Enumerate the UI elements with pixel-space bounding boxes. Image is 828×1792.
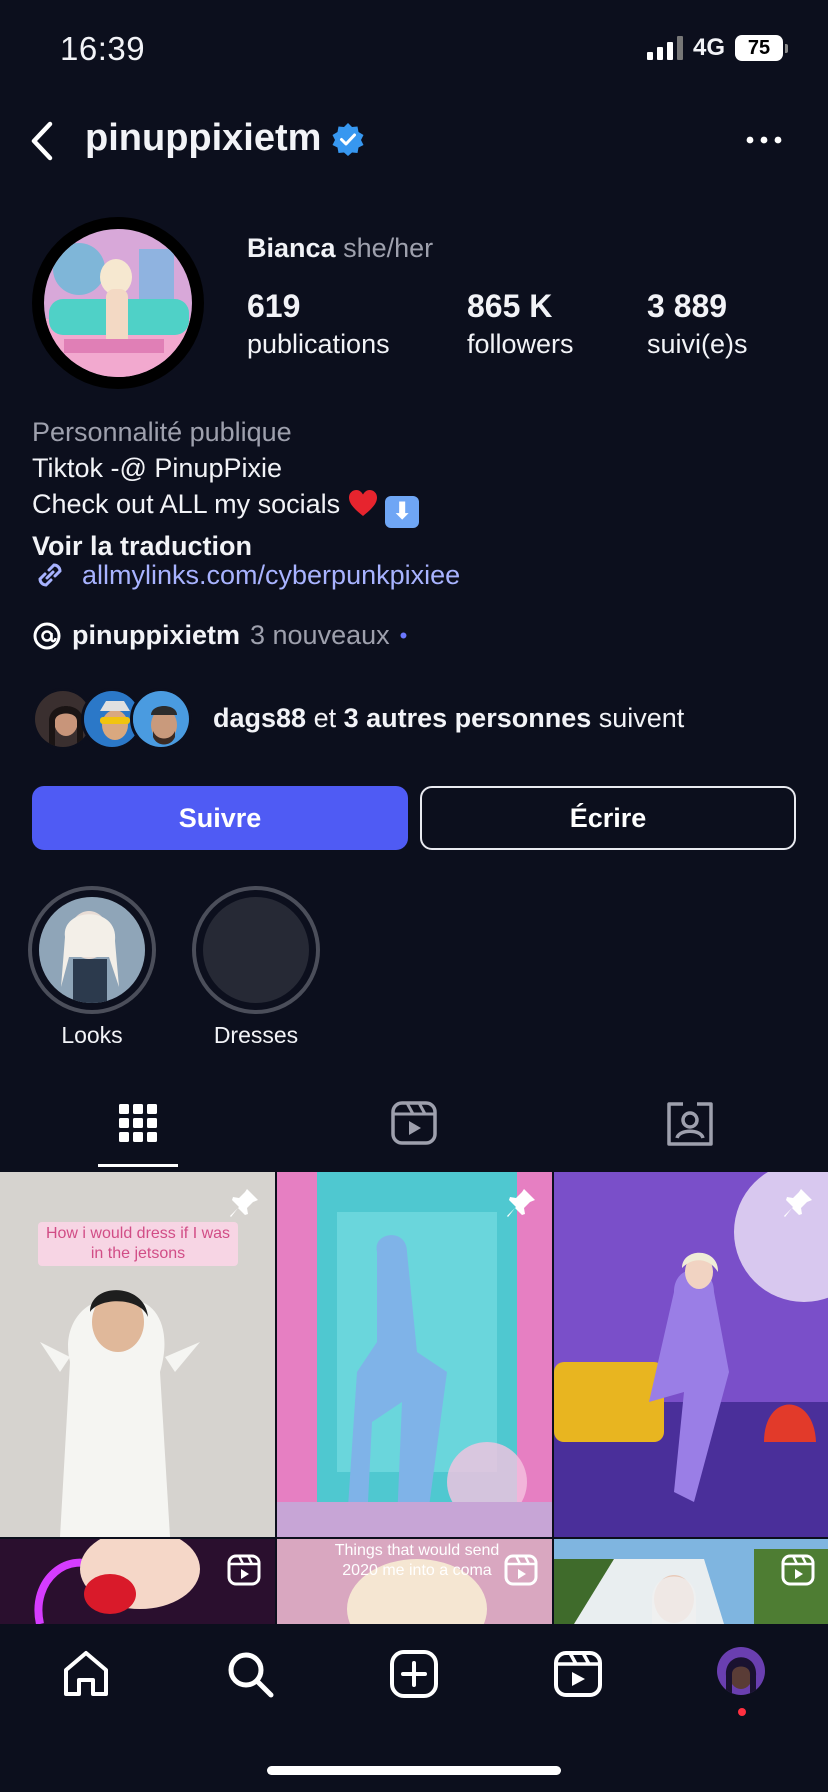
link-text: allmylinks.com/cyberpunkpixiee <box>82 559 461 590</box>
post-image <box>554 1172 828 1537</box>
connector-text: et <box>313 703 337 733</box>
notification-dot <box>738 1708 746 1716</box>
display-name: Bianca <box>247 233 336 263</box>
profile-username: pinuppixietm <box>85 117 365 160</box>
threads-handle: pinuppixietm <box>72 620 240 650</box>
bio-link[interactable]: allmylinks.com/cyberpunkpixiee <box>32 557 460 593</box>
create-icon[interactable] <box>388 1648 440 1700</box>
grid-icon[interactable] <box>113 1098 163 1148</box>
threads-badge[interactable]: pinuppixietm 3 nouveaux • <box>32 620 407 651</box>
stat-publications[interactable]: 619 publications <box>247 288 390 360</box>
more-horizontal-icon[interactable] <box>744 120 784 160</box>
battery-level: 75 <box>735 35 783 61</box>
highlight-cover <box>203 897 309 1003</box>
post-tile[interactable]: Things that would send 2020 me into a co… <box>277 1539 552 1624</box>
reels-icon <box>781 1554 815 1586</box>
stat-label: publications <box>247 329 390 359</box>
highlight-label: Looks <box>61 1022 123 1048</box>
followed-by-text[interactable]: dags88 et 3 autres personnes suivent <box>213 703 684 734</box>
post-tile[interactable]: How i would dress if I was in the jetson… <box>0 1172 275 1537</box>
chevron-left-icon[interactable] <box>24 118 64 164</box>
home-icon[interactable] <box>60 1648 112 1700</box>
post-tile[interactable] <box>554 1539 828 1624</box>
pin-icon <box>230 1189 258 1217</box>
pin-icon <box>507 1189 535 1217</box>
post-tile[interactable] <box>277 1172 552 1537</box>
red-heart-icon <box>348 490 377 516</box>
stat-value: 3 889 <box>647 288 728 324</box>
highlight-label: Dresses <box>213 1022 299 1048</box>
profile-avatar[interactable] <box>32 217 204 389</box>
bio-line: Tiktok -@ PinupPixie <box>32 453 282 483</box>
suffix-text: suivent <box>598 703 685 733</box>
mutual-others: 3 autres personnes <box>343 703 592 733</box>
signal-icon <box>646 36 683 60</box>
stat-value: 619 <box>247 288 301 324</box>
follow-button[interactable]: Suivre <box>32 786 408 850</box>
stat-value: 865 K <box>467 288 553 324</box>
post-caption: Things that would send 2020 me into a co… <box>334 1542 500 1579</box>
highlight-cover <box>39 897 145 1003</box>
battery-icon: 75 <box>735 35 788 61</box>
search-icon[interactable] <box>224 1648 276 1700</box>
highlight-looks[interactable] <box>28 886 156 1014</box>
bio-line: Check out ALL my socials <box>32 489 341 519</box>
bio-line-with-emoji: Check out ALL my socials ⬇ <box>32 486 420 528</box>
post-tile[interactable] <box>0 1539 275 1624</box>
post-tile[interactable] <box>554 1172 828 1537</box>
pronouns: she/her <box>343 233 434 263</box>
post-caption: How i would dress if I was in the jetson… <box>38 1222 238 1266</box>
reels-icon <box>504 1554 538 1586</box>
profile-bio: Personnalité publique Tiktok -@ PinupPix… <box>32 414 420 564</box>
profile-category: Personnalité publique <box>32 417 292 447</box>
stat-label: suivi(e)s <box>647 329 748 359</box>
display-name-line: Bianca she/her <box>247 233 433 264</box>
threads-icon <box>33 622 61 649</box>
down-arrow-icon: ⬇ <box>385 496 420 528</box>
verified-badge-icon <box>332 122 364 156</box>
highlight-dresses[interactable] <box>192 886 320 1014</box>
pin-icon <box>784 1189 812 1217</box>
stat-following[interactable]: 3 889 suivi(e)s <box>647 288 748 360</box>
message-button[interactable]: Écrire <box>420 786 796 850</box>
avatar-image <box>44 229 192 377</box>
status-indicators: 4G 75 <box>646 34 788 62</box>
tagged-icon[interactable] <box>665 1098 715 1148</box>
threads-new-count: 3 nouveaux <box>250 620 390 650</box>
stat-label: followers <box>467 329 574 359</box>
reels-icon[interactable] <box>389 1098 439 1148</box>
home-indicator <box>267 1766 561 1775</box>
mutual-follower-name: dags88 <box>213 703 307 733</box>
link-icon <box>38 563 62 587</box>
reels-icon[interactable] <box>552 1648 604 1700</box>
active-tab-indicator <box>98 1164 178 1167</box>
stat-followers[interactable]: 865 K followers <box>467 288 574 360</box>
status-time: 16:39 <box>60 30 146 67</box>
network-type: 4G <box>692 34 725 61</box>
post-image <box>277 1172 552 1537</box>
unread-dot: • <box>399 622 408 648</box>
profile-avatar[interactable] <box>716 1646 766 1696</box>
reels-icon <box>227 1554 261 1586</box>
username-text: pinuppixietm <box>85 117 322 159</box>
follower-avatar[interactable] <box>130 688 192 750</box>
